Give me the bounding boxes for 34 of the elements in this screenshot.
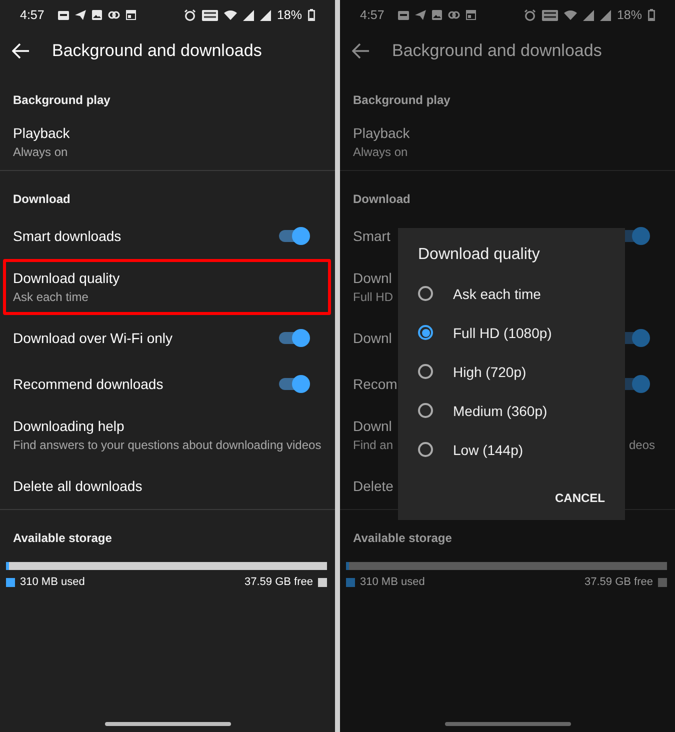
- setting-title: Recom: [353, 376, 398, 392]
- setting-title: Delete all downloads: [13, 478, 142, 494]
- setting-subtitle: Always on: [13, 145, 68, 159]
- section-heading: Available storage: [352, 530, 453, 547]
- storage-free: 37.59 GB free: [584, 576, 653, 588]
- setting-title: Playback: [353, 125, 410, 142]
- setting-title: Smart: [353, 228, 390, 244]
- section-heading: Download: [352, 191, 412, 208]
- section-heading: Background play: [352, 92, 452, 109]
- setting-title: Smart downloads: [13, 228, 122, 244]
- section-heading: Download: [12, 191, 72, 208]
- page-title: Background and downloads: [392, 41, 602, 61]
- setting-title: Downloading help: [13, 418, 124, 435]
- setting-subtitle: Full HD: [353, 290, 394, 304]
- status-time: 4:57: [20, 8, 44, 22]
- section-heading: Background play: [12, 92, 112, 109]
- setting-subtitle: Always on: [353, 145, 408, 159]
- setting-title: Download quality: [13, 270, 120, 287]
- setting-title: Downl: [353, 330, 392, 346]
- section-heading: Available storage: [12, 530, 113, 547]
- storage-used: 310 MB used: [20, 576, 85, 588]
- setting-title: Recommend downloads: [13, 376, 164, 392]
- page-title: Background and downloads: [52, 41, 262, 61]
- setting-title: Playback: [13, 125, 70, 142]
- battery-percent: 18%: [276, 8, 302, 22]
- status-time: 4:57: [360, 8, 384, 22]
- storage-used: 310 MB used: [360, 576, 425, 588]
- dialog-title: Download quality: [417, 246, 541, 265]
- storage-free: 37.59 GB free: [244, 576, 313, 588]
- battery-percent: 18%: [616, 8, 642, 22]
- setting-title: Downl: [353, 270, 392, 287]
- setting-title: Download over Wi-Fi only: [13, 330, 172, 346]
- setting-subtitle: Ask each time: [13, 290, 88, 304]
- setting-subtitle: Find answers to your questions about downloading videos: [13, 438, 322, 452]
